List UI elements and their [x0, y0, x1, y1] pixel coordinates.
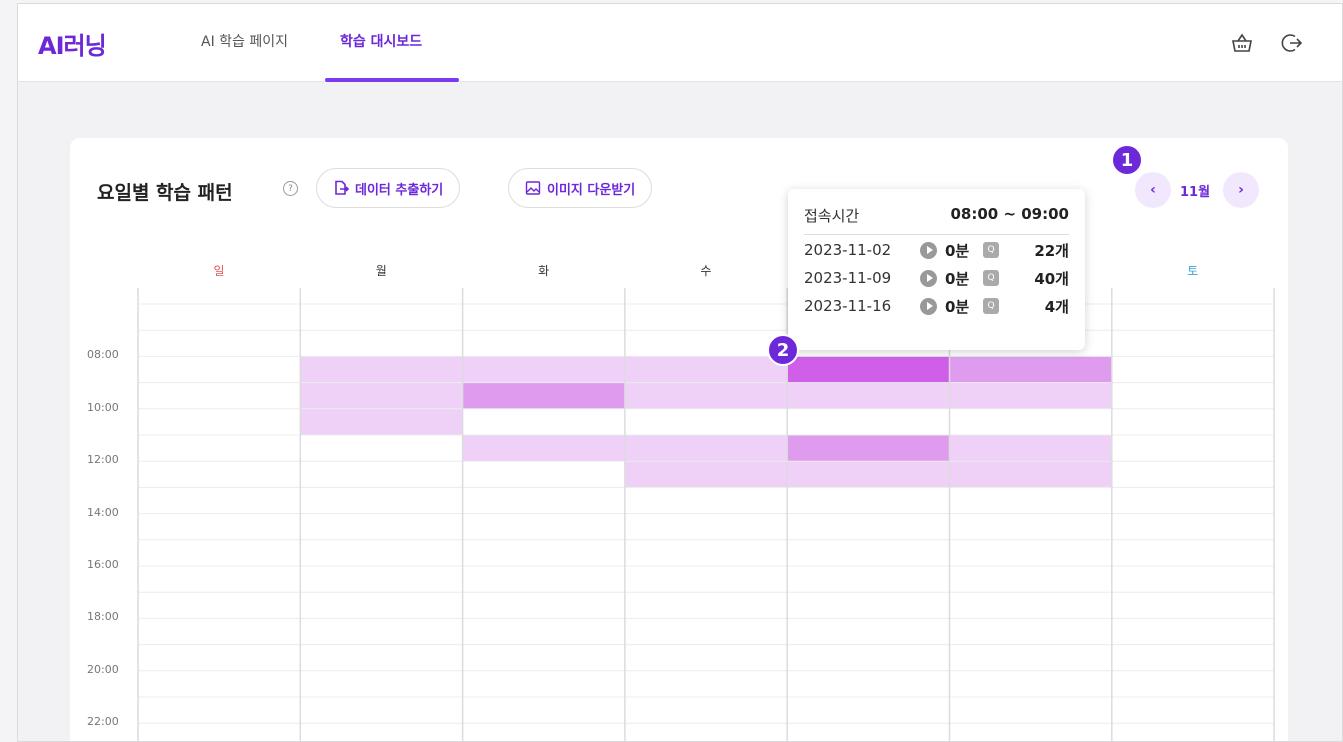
heatmap-cell[interactable]: [462, 356, 625, 383]
time-axis-label: 20:00: [87, 662, 119, 676]
step-badge-2: 2: [767, 334, 799, 366]
logout-icon[interactable]: [1279, 30, 1305, 56]
cart-icon[interactable]: [1229, 30, 1255, 56]
day-header: 화: [538, 264, 550, 278]
heatmap-cell[interactable]: [462, 435, 625, 462]
heatmap-svg: [137, 288, 1275, 741]
time-axis-label: 14:00: [87, 505, 119, 519]
tooltip-date: 2023-11-09: [804, 269, 892, 287]
heatmap-cell[interactable]: [949, 435, 1112, 462]
app-window: AI러닝 AI 학습 페이지 학습 대시보드 요일별 학습 패턴 ? 데이터 추…: [17, 3, 1343, 742]
heatmap-cell[interactable]: [300, 356, 463, 383]
play-icon: [920, 269, 937, 287]
time-axis-label: 18:00: [87, 610, 119, 624]
day-header: 일: [213, 264, 225, 278]
heatmap-cell[interactable]: [787, 461, 950, 488]
time-axis-label: 22:00: [87, 715, 119, 729]
app-logo[interactable]: AI러닝: [38, 26, 107, 61]
day-header: 토: [1187, 264, 1199, 278]
heatmap-cell[interactable]: [949, 356, 1112, 383]
heatmap-cell[interactable]: [787, 435, 950, 462]
tooltip-header: 접속시간 08:00 ~ 09:00: [804, 205, 1069, 235]
tab-ai-learning-page[interactable]: AI 학습 페이지: [201, 31, 288, 51]
tooltip-date: 2023-11-02: [804, 241, 892, 259]
heatmap-cell[interactable]: [462, 382, 625, 409]
step-badge-1: 1: [1111, 144, 1143, 176]
time-axis-label: 10:00: [87, 400, 119, 414]
tooltip-time-range: 08:00 ~ 09:00: [950, 205, 1069, 223]
heatmap-cell[interactable]: [949, 461, 1112, 488]
heatmap-cell[interactable]: [300, 408, 463, 435]
tooltip-row: 2023-11-02 0분 Q 22개: [804, 237, 1069, 263]
day-header: 월: [375, 264, 387, 278]
heatmap-cell[interactable]: [624, 382, 788, 409]
active-tab-indicator: [325, 78, 459, 82]
tooltip-minutes: 0분: [945, 241, 970, 260]
heatmap-cell[interactable]: [787, 356, 950, 383]
time-axis-label: 08:00: [87, 348, 119, 362]
tooltip-count: 22개: [1034, 241, 1069, 260]
time-axis-label: 12:00: [87, 453, 119, 467]
tooltip-row: 2023-11-09 0분 Q 40개: [804, 265, 1069, 291]
heatmap-cell[interactable]: [949, 382, 1112, 409]
tooltip-minutes: 0분: [945, 297, 970, 316]
question-icon: Q: [983, 242, 999, 258]
top-navigation-bar: AI러닝 AI 학습 페이지 학습 대시보드: [18, 4, 1342, 82]
time-detail-tooltip: 접속시간 08:00 ~ 09:00 2023-11-02 0분 Q 22개 2023-…: [788, 189, 1085, 350]
tooltip-count: 4개: [1044, 297, 1069, 316]
heatmap-cell[interactable]: [787, 382, 950, 409]
tooltip-minutes: 0분: [945, 269, 970, 288]
heatmap-cell[interactable]: [300, 382, 463, 409]
question-icon: Q: [983, 298, 999, 314]
heatmap-cell[interactable]: [624, 356, 788, 383]
tooltip-date: 2023-11-16: [804, 297, 892, 315]
weekly-pattern-card: 요일별 학습 패턴 ? 데이터 추출하기 이미지 다운받기 ‹ 11월 › 일월…: [70, 138, 1288, 741]
tab-learning-dashboard[interactable]: 학습 대시보드: [340, 31, 422, 51]
heatmap-cell[interactable]: [624, 435, 788, 462]
tooltip-label: 접속시간: [804, 207, 860, 225]
play-icon: [920, 297, 937, 315]
question-icon: Q: [983, 270, 999, 286]
play-icon: [920, 241, 937, 259]
tooltip-row: 2023-11-16 0분 Q 4개: [804, 293, 1069, 319]
tooltip-count: 40개: [1034, 269, 1069, 288]
time-axis-label: 16:00: [87, 558, 119, 571]
day-header: 수: [700, 264, 712, 278]
heatmap-cell[interactable]: [624, 461, 788, 488]
